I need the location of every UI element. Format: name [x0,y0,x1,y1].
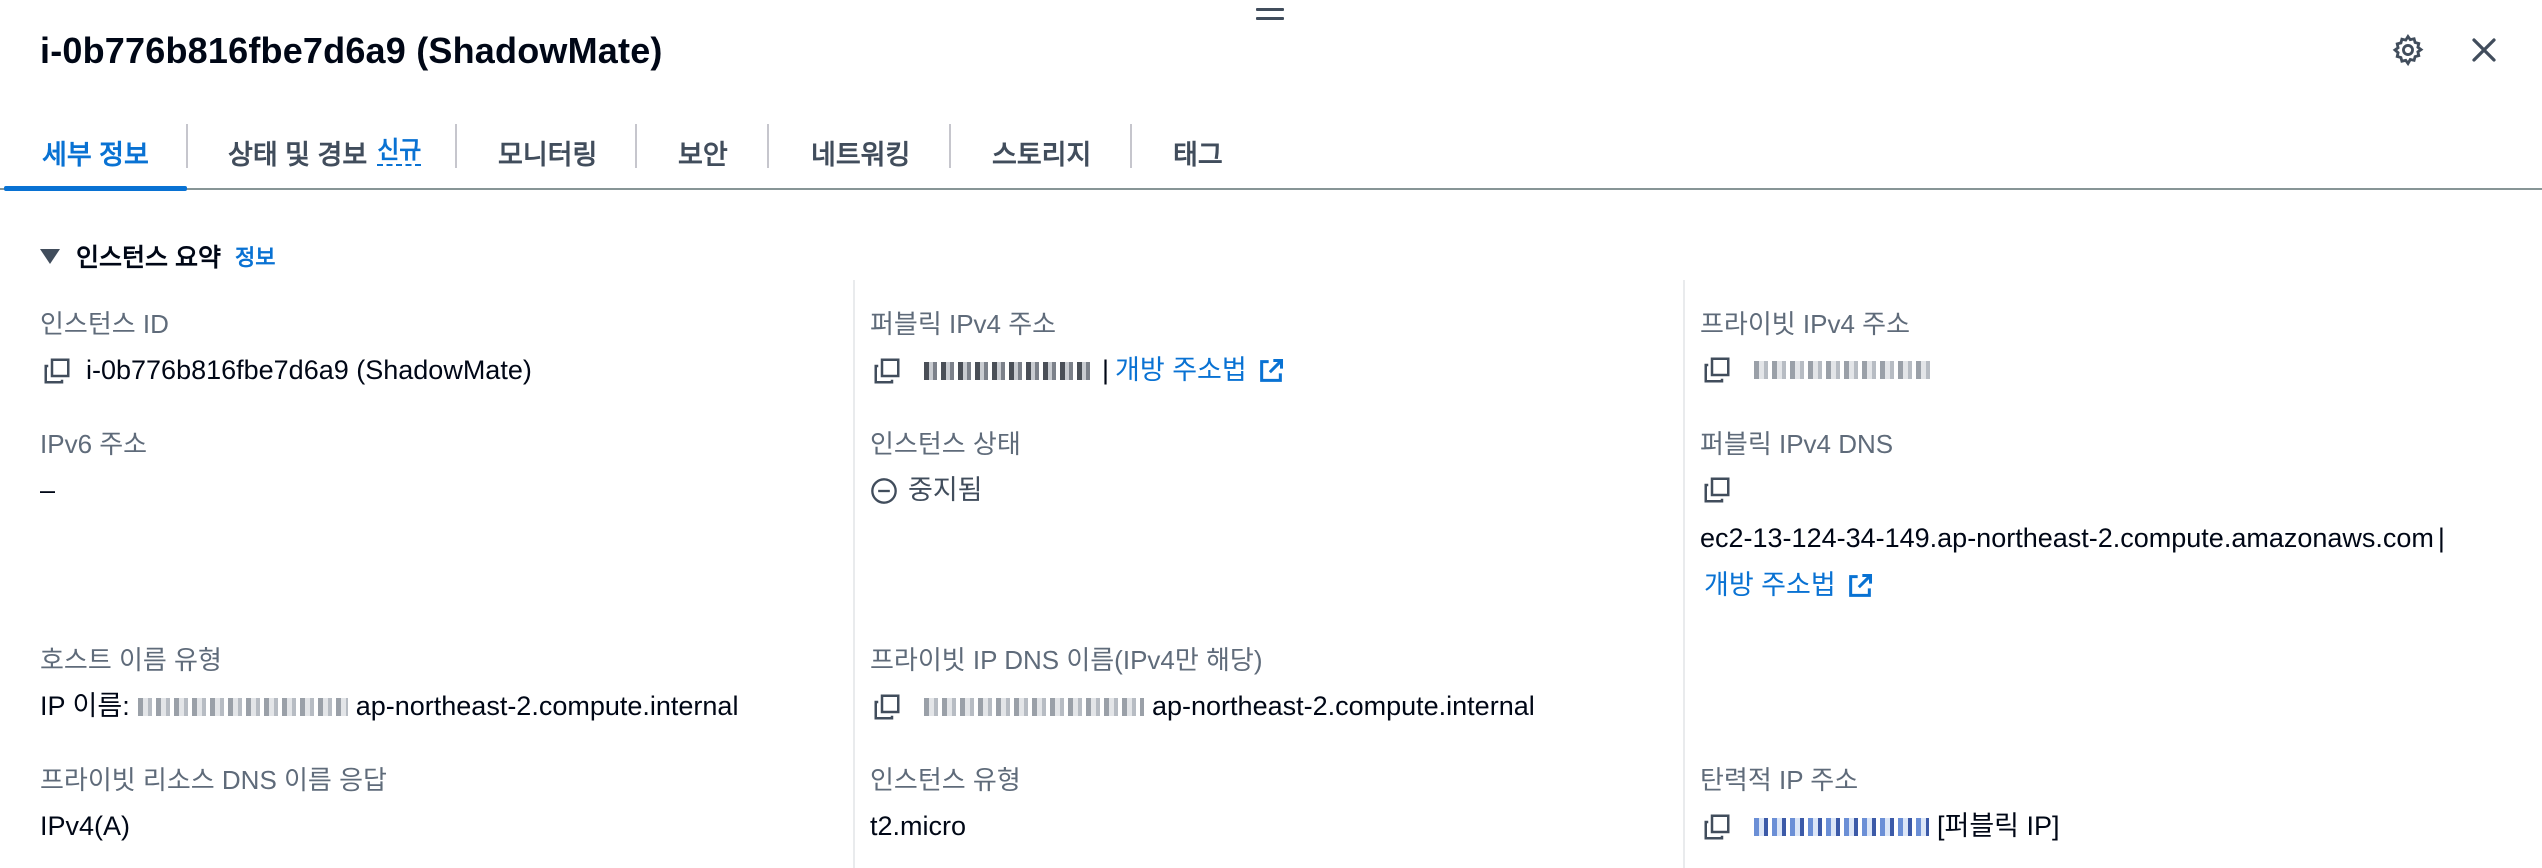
ipv6-value: – [40,475,56,505]
gear-icon [2392,34,2424,67]
tab-label: 모니터링 [498,139,598,170]
field-value: 개방 주소법 [1700,568,2445,603]
link-label: 개방 주소법 [1115,355,1247,385]
tab-label: 세부 정보 [42,139,149,170]
tab-divider [455,124,457,168]
tab-label: 스토리지 [992,139,1092,170]
copy-icon[interactable] [870,354,904,388]
new-badge: 신규 [377,137,422,167]
field-value: 중지됨 [870,473,1021,508]
private-ipv4-field: 프라이빗 IPv4 주소 [1700,304,1942,387]
instance-id-field: 인스턴스 ID i-0b776b816fbe7d6a9 (ShadowMate) [40,304,532,388]
tab-divider [949,124,951,168]
instance-id-value: i-0b776b816fbe7d6a9 (ShadowMate) [86,355,532,385]
redacted-text [137,697,348,716]
instance-type-value: t2.micro [870,811,967,841]
open-address-link[interactable]: 개방 주소법 [1704,568,1874,603]
info-link[interactable]: 정보 [235,240,275,272]
field-label: 퍼블릭 IPv4 DNS [1700,429,1894,459]
tab-tags[interactable]: 태그 [1173,116,1223,188]
field-value: IP 이름: ap-northeast-2.compute.internal [40,689,738,724]
tab-label: 네트워킹 [811,139,911,170]
instance-type-field: 인스턴스 유형 t2.micro [870,760,1021,844]
separator: | [2437,523,2445,553]
external-link-icon [1846,572,1874,600]
column-divider [853,280,855,868]
header-actions [2388,30,2504,70]
page-title: i-0b776b816fbe7d6a9 (ShadowMate) [40,30,663,71]
caret-down-icon [40,248,60,264]
redacted-text [924,361,1094,380]
copy-icon[interactable] [1700,353,1734,387]
tab-label: 보안 [678,139,728,170]
instance-summary-header[interactable]: 인스턴스 요약 정보 [40,238,275,274]
redacted-text [1754,361,1934,379]
field-value: i-0b776b816fbe7d6a9 (ShadowMate) [40,353,532,388]
tab-divider [767,124,769,168]
public-ipv4-dns-field: 퍼블릭 IPv4 DNS ec2-13-124-34-149.ap-northe… [1700,424,2445,603]
field-value [1700,473,2445,507]
copy-icon[interactable] [1700,810,1734,844]
section-title: 인스턴스 요약 [76,244,221,272]
hostname-suffix: ap-northeast-2.compute.internal [355,691,739,721]
field-value: | 개방 주소법 [870,353,1285,388]
field-label: 탄력적 IP 주소 [1700,765,1859,795]
elastic-ip-field: 탄력적 IP 주소 [퍼블릭 IP] [1700,760,2060,844]
tab-monitoring[interactable]: 모니터링 [498,116,597,188]
handle-bar-bottom [1256,17,1284,20]
separator: | [1102,355,1110,385]
tab-divider [186,124,188,168]
tab-security[interactable]: 보안 [678,116,728,188]
ipv6-field: IPv6 주소 – [40,424,147,508]
field-value: ap-northeast-2.compute.internal [870,689,1535,724]
tab-details[interactable]: 세부 정보 [4,116,187,191]
tab-bar: 세부 정보 상태 및 경보 신규 모니터링 보안 네트워킹 스토리지 태그 [0,116,2542,191]
tab-storage[interactable]: 스토리지 [992,116,1091,188]
tab-networking[interactable]: 네트워킹 [811,116,910,188]
field-label: IPv6 주소 [40,429,148,459]
handle-bar-top [1256,8,1284,11]
field-label: 호스트 이름 유형 [40,645,222,675]
tab-divider [1130,124,1132,168]
redacted-text [924,697,1144,716]
private-dns-suffix: ap-northeast-2.compute.internal [1152,691,1535,721]
close-button[interactable] [2464,30,2504,70]
field-label: 프라이빗 IP DNS 이름(IPv4만 해당) [870,645,1263,675]
field-label: 프라이빗 리소스 DNS 이름 응답 [40,765,387,795]
instance-state-value: 중지됨 [908,475,983,505]
instance-state-field: 인스턴스 상태 중지됨 [870,424,1021,508]
external-link-icon [1257,357,1285,385]
panel-resize-handle[interactable] [1256,8,1284,22]
field-value: ec2-13-124-34-149.ap-northeast-2.compute… [1700,521,2445,556]
tab-status-alarms[interactable]: 상태 및 경보 신규 [228,116,422,188]
tab-label: 상태 및 경보 [228,139,368,170]
field-label: 인스턴스 상태 [870,429,1021,459]
stopped-status-icon [870,477,898,505]
tab-divider [635,124,637,168]
link-label: 개방 주소법 [1704,570,1836,601]
hostname-prefix: IP 이름: [40,691,130,721]
elastic-ip-suffix: [퍼블릭 IP] [1937,811,2060,841]
settings-button[interactable] [2388,30,2428,70]
field-label: 인스턴스 유형 [870,765,1021,795]
redacted-text [1754,817,1929,836]
field-label: 프라이빗 IPv4 주소 [1700,309,1910,339]
close-icon [2472,38,2496,62]
copy-icon[interactable] [1700,473,1734,507]
resource-dns-value: IPv4(A) [40,811,131,841]
field-value [1700,353,1942,387]
tab-label: 태그 [1173,139,1223,170]
hostname-type-field: 호스트 이름 유형 IP 이름: ap-northeast-2.compute.… [40,640,738,724]
copy-icon[interactable] [870,690,904,724]
open-address-link[interactable]: 개방 주소법 [1115,353,1285,388]
public-dns-value: ec2-13-124-34-149.ap-northeast-2.compute… [1700,523,2434,553]
copy-icon[interactable] [40,354,74,388]
private-ip-dns-field: 프라이빗 IP DNS 이름(IPv4만 해당) ap-northeast-2.… [870,640,1535,724]
field-label: 퍼블릭 IPv4 주소 [870,309,1057,339]
field-value: [퍼블릭 IP] [1700,809,2060,844]
public-ipv4-field: 퍼블릭 IPv4 주소 | 개방 주소법 [870,304,1285,388]
resource-dns-field: 프라이빗 리소스 DNS 이름 응답 IPv4(A) [40,760,387,844]
column-divider [1683,280,1685,868]
field-label: 인스턴스 ID [40,309,169,339]
